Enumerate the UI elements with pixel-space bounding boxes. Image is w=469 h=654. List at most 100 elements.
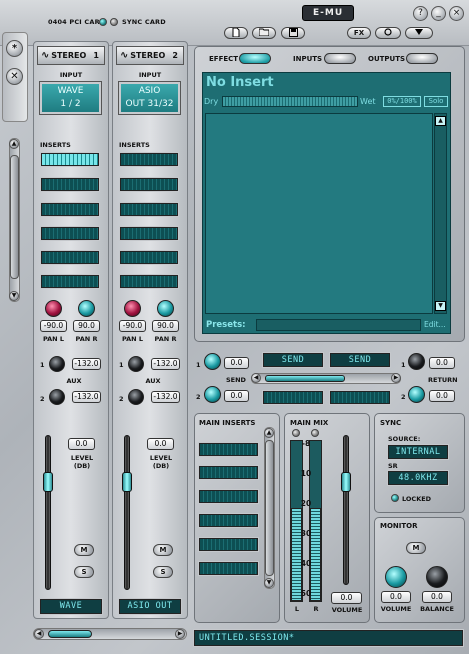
minimize-button[interactable]: _	[431, 6, 446, 21]
return2-knob[interactable]	[408, 386, 425, 403]
strip-1-pan-l-knob[interactable]	[45, 300, 62, 317]
menu-dropdown-button[interactable]	[405, 27, 433, 39]
effect-scrollbar[interactable]	[434, 113, 447, 314]
send-slider-left-icon[interactable]: ◀	[251, 373, 261, 383]
strip-2-fader-handle[interactable]	[122, 472, 132, 492]
strip-1-header[interactable]: ∿ STEREO 1	[37, 46, 105, 65]
strip-1-aux1-knob[interactable]	[49, 356, 65, 372]
send-slot-2[interactable]	[329, 390, 391, 405]
strip-1-input-display[interactable]: WAVE 1 / 2	[39, 81, 102, 115]
send-button-2[interactable]: SEND	[329, 352, 391, 368]
strip-2-pan-r-knob[interactable]	[157, 300, 174, 317]
asterisk-nav-button[interactable]: *	[6, 40, 23, 57]
strip-2-aux1-value[interactable]: -132.0	[151, 358, 180, 370]
strip-1-mute-button[interactable]: M	[74, 544, 94, 556]
presets-field[interactable]	[256, 319, 421, 331]
strip-2-insert-slot-2[interactable]	[119, 177, 179, 192]
outputs-tab-button[interactable]	[406, 53, 438, 64]
fx-button[interactable]: FX	[347, 27, 371, 39]
strip-1-insert-slot-1[interactable]	[40, 152, 100, 167]
strip-2-pan-r-value[interactable]: 90.0	[152, 320, 179, 332]
session-name-display[interactable]: UNTITLED.SESSION*	[193, 629, 464, 647]
main-insert-slot-4[interactable]	[198, 513, 259, 528]
strip-1-pan-r-knob[interactable]	[78, 300, 95, 317]
close-button[interactable]: ×	[449, 6, 464, 21]
inputs-tab-button[interactable]	[324, 53, 356, 64]
strip-1-aux1-value[interactable]: -132.0	[72, 358, 101, 370]
save-session-button[interactable]	[281, 27, 305, 39]
sync-source-display[interactable]: INTERNAL	[387, 444, 449, 460]
main-insert-slot-6[interactable]	[198, 561, 259, 576]
strip-2-insert-slot-5[interactable]	[119, 250, 179, 265]
strip-2-input-display[interactable]: ASIO OUT 31/32	[118, 81, 181, 115]
send-slider-right-icon[interactable]: ▶	[391, 373, 401, 383]
strip-2-fader-track[interactable]	[124, 435, 130, 590]
strip-1-footer-name[interactable]: WAVE	[39, 598, 103, 615]
main-insert-slot-1[interactable]	[198, 442, 259, 457]
main-volume-fader-track[interactable]	[343, 435, 349, 585]
strip-2-insert-slot-4[interactable]	[119, 226, 179, 241]
strip-1-solo-button[interactable]: S	[74, 566, 94, 578]
strip-1-level-value[interactable]: 0.0	[68, 438, 95, 450]
strip-1-aux2-knob[interactable]	[49, 389, 65, 405]
main-volume-fader-handle[interactable]	[341, 472, 351, 492]
strip-2-aux2-value[interactable]: -132.0	[151, 391, 180, 403]
strip-2-level-value[interactable]: 0.0	[147, 438, 174, 450]
scroll-up-icon[interactable]: ▲	[9, 139, 19, 149]
main-insert-slot-3[interactable]	[198, 489, 259, 504]
strip-2-header[interactable]: ∿ STEREO 2	[116, 46, 184, 65]
strip-2-aux2-knob[interactable]	[128, 389, 144, 405]
main-insert-slot-5[interactable]	[198, 537, 259, 552]
h-scroll-thumb[interactable]	[48, 630, 92, 638]
strip-2-pan-l-value[interactable]: -90.0	[119, 320, 146, 332]
monitor-volume-knob[interactable]	[385, 566, 407, 588]
effect-scroll-up-icon[interactable]: ▲	[435, 116, 446, 126]
scroll-down-icon[interactable]: ▼	[9, 291, 19, 301]
strip-1-insert-slot-6[interactable]	[40, 274, 100, 289]
scroll-left-icon[interactable]: ◀	[34, 629, 44, 639]
scroll-thumb[interactable]	[10, 155, 19, 279]
main-inserts-scroll-down-icon[interactable]: ▼	[264, 578, 274, 588]
return1-knob[interactable]	[408, 353, 425, 370]
strip-1-insert-slot-2[interactable]	[40, 177, 100, 192]
monitor-mute-button[interactable]: M	[406, 542, 426, 554]
sync-sr-display[interactable]: 48.0KHZ	[387, 470, 449, 486]
strip-2-insert-slot-6[interactable]	[119, 274, 179, 289]
strip-2-footer-name[interactable]: ASIO OUT	[118, 598, 182, 615]
strip-1-fader-handle[interactable]	[43, 472, 53, 492]
main-insert-slot-2[interactable]	[198, 465, 259, 480]
main-volume-value[interactable]: 0.0	[331, 592, 362, 604]
monitor-balance-knob[interactable]	[426, 566, 448, 588]
strip-2-aux1-knob[interactable]	[128, 356, 144, 372]
main-inserts-scroll-thumb[interactable]	[265, 440, 274, 576]
send1-value[interactable]: 0.0	[224, 357, 249, 369]
strip-1-insert-slot-5[interactable]	[40, 250, 100, 265]
return1-value[interactable]: 0.0	[429, 357, 455, 369]
send2-value[interactable]: 0.0	[224, 390, 249, 402]
new-session-button[interactable]	[224, 27, 248, 39]
dry-wet-slider[interactable]	[222, 96, 358, 107]
send-button-1[interactable]: SEND	[262, 352, 324, 368]
main-inserts-scroll-up-icon[interactable]: ▲	[264, 428, 274, 438]
x-nav-button[interactable]: ✕	[6, 68, 23, 85]
return2-value[interactable]: 0.0	[429, 390, 455, 402]
open-session-button[interactable]	[252, 27, 276, 39]
effect-tab-button[interactable]	[239, 53, 271, 64]
strip-1-insert-slot-4[interactable]	[40, 226, 100, 241]
dry-wet-value[interactable]: 0%/100%	[383, 96, 421, 107]
strip-1-aux2-value[interactable]: -132.0	[72, 391, 101, 403]
effect-solo-button[interactable]: Solo	[424, 96, 448, 107]
strip-1-pan-r-value[interactable]: 90.0	[73, 320, 100, 332]
strip-1-insert-slot-3[interactable]	[40, 202, 100, 217]
monitor-volume-value[interactable]: 0.0	[381, 591, 411, 603]
strip-1-pan-l-value[interactable]: -90.0	[40, 320, 67, 332]
effect-scroll-down-icon[interactable]: ▼	[435, 301, 446, 311]
strip-2-insert-slot-3[interactable]	[119, 202, 179, 217]
strip-2-insert-slot-1[interactable]	[119, 152, 179, 167]
send1-knob[interactable]	[204, 353, 221, 370]
scroll-right-icon[interactable]: ▶	[175, 629, 185, 639]
strip-1-fader-track[interactable]	[45, 435, 51, 590]
strip-2-mute-button[interactable]: M	[153, 544, 173, 556]
record-button[interactable]	[375, 27, 401, 39]
send2-knob[interactable]	[204, 386, 221, 403]
